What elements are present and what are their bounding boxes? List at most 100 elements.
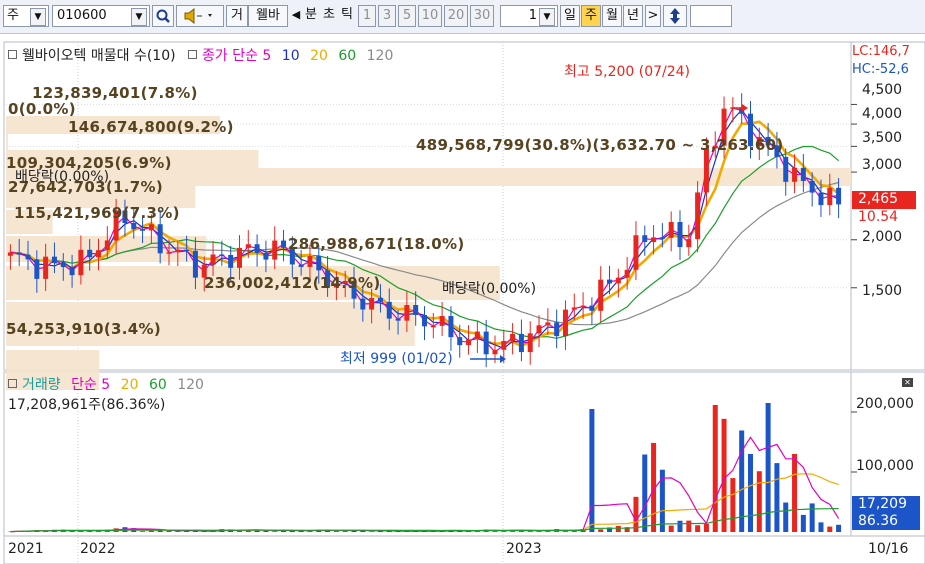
period-3[interactable]: 3	[378, 5, 396, 27]
period-minute[interactable]: 분	[302, 5, 320, 27]
volume-legend: 거래량 단순 5 20 60 120	[8, 376, 204, 394]
timeframe-day[interactable]: 일	[560, 5, 580, 27]
volume-bar-up	[633, 496, 639, 532]
candle-down	[184, 249, 190, 252]
dividend-label: 배당락(0.00%)	[15, 169, 110, 185]
candle-up	[7, 252, 13, 256]
period-second[interactable]: 초	[320, 5, 338, 27]
candle-up	[430, 325, 436, 328]
current-volume-badge: 17,209	[852, 496, 920, 513]
volume-legend-20[interactable]: 20	[121, 377, 139, 393]
volume-bar-down	[589, 409, 595, 532]
arrow-left-icon[interactable]: ◀	[290, 5, 302, 27]
date-label: 2021	[8, 541, 44, 557]
candle-up	[703, 148, 709, 193]
price-tick: 4,500	[862, 82, 903, 98]
volume-bar-up	[712, 404, 718, 532]
candle-up	[668, 222, 674, 238]
legend-ma60[interactable]: 60	[338, 48, 356, 64]
volume-tick: 200,000	[856, 396, 914, 412]
candle-up	[624, 269, 630, 278]
candle-down	[34, 259, 40, 279]
volume-legend-60[interactable]: 60	[149, 377, 167, 393]
period-10[interactable]: 10	[418, 5, 442, 27]
dividend-label: 배당락(0.00%)	[442, 281, 537, 297]
candle-up	[175, 249, 181, 253]
volume-bar-up	[730, 478, 736, 532]
candle-down	[395, 318, 401, 321]
candle-up	[827, 187, 833, 206]
legend-box-icon	[8, 50, 17, 59]
legend-ma120[interactable]: 120	[367, 48, 394, 64]
close-icon[interactable]: ✕	[902, 378, 913, 387]
profile-label: 0(0.0%)	[8, 100, 76, 118]
period-20[interactable]: 20	[444, 5, 468, 27]
period-5[interactable]: 5	[398, 5, 416, 27]
volume-bar-up	[615, 526, 621, 532]
volume-bar-down	[747, 454, 753, 532]
candle-down	[642, 235, 648, 243]
candle-down	[157, 224, 163, 254]
candle-down	[800, 167, 806, 181]
count-select[interactable]: 1 ▼	[500, 5, 558, 27]
legend-ma20[interactable]: 20	[310, 48, 328, 64]
candle-up	[96, 250, 102, 258]
extra-input[interactable]	[690, 5, 732, 27]
volume-legend-name[interactable]: 거래량	[22, 377, 61, 393]
legend-ma10[interactable]: 10	[282, 48, 300, 64]
price-tick: 3,000	[862, 157, 903, 173]
volume-bar-down	[809, 503, 815, 532]
legend-close[interactable]: 종가 단순 5	[202, 48, 271, 64]
stock-code-input[interactable]: 010600 ▼	[52, 5, 150, 27]
volume-legend-120[interactable]: 120	[177, 377, 204, 393]
chevron-down-icon: ▼	[131, 8, 147, 26]
volume-bar-down	[836, 524, 842, 532]
search-button[interactable]	[152, 5, 174, 27]
volume-bar-down	[642, 454, 648, 532]
timeframe-year[interactable]: 년	[623, 5, 643, 27]
candle-up	[439, 316, 445, 326]
candle-up	[166, 252, 172, 254]
candle-down	[818, 192, 824, 206]
volume-bar-up	[792, 454, 798, 532]
candle-up	[369, 297, 375, 310]
current-price-badge: 2,465	[852, 191, 916, 209]
profile-label: 489,568,799(30.8%)(3,632.70 ~ 3,263.60)	[416, 136, 784, 154]
high-price-label: 최고 5,200 (07/24)	[564, 64, 691, 80]
chevron-down-icon: ▼	[539, 8, 555, 26]
profile-label: 286,988,671(18.0%)	[288, 235, 465, 253]
candle-down	[659, 237, 665, 239]
candle-up	[598, 279, 604, 311]
candle-up	[104, 240, 110, 251]
candle-down	[254, 244, 260, 253]
sound-button[interactable]	[176, 5, 224, 27]
candle-up	[545, 322, 551, 326]
timeframe-week[interactable]: 주	[581, 5, 601, 27]
volume-legend-ma[interactable]: 단순 5	[71, 377, 110, 393]
candle-up	[404, 305, 410, 321]
candle-down	[422, 314, 427, 327]
speaker-icon	[184, 7, 212, 25]
timeframe-month[interactable]: 월	[602, 5, 622, 27]
candle-up	[695, 192, 701, 240]
period-30[interactable]: 30	[470, 5, 494, 27]
candle-down	[60, 262, 66, 268]
candle-down	[413, 305, 419, 315]
candle-down	[316, 256, 322, 271]
candle-up	[536, 325, 542, 334]
period-tick[interactable]: 틱	[338, 5, 356, 27]
updown-arrow-icon[interactable]	[663, 5, 687, 27]
price-tick: 3,500	[862, 130, 903, 146]
toolbar-button-0[interactable]: 거	[226, 5, 248, 27]
period-1[interactable]: 1	[358, 5, 376, 27]
volume-bar-up	[695, 525, 701, 532]
candle-up	[492, 349, 498, 355]
legend-name[interactable]: 웰바이오텍 매물대 수(10)	[22, 48, 176, 64]
chevron-right-icon[interactable]: >	[645, 5, 661, 27]
volume-bar-up	[236, 530, 242, 532]
type-select[interactable]: 주 ▼	[3, 5, 49, 27]
toolbar-button-1[interactable]: 웰바	[248, 5, 288, 27]
chart-toolbar: 주 ▼ 010600 ▼ 거 웰바 ◀ 분 초 틱 1 3 5 10 20 30…	[0, 0, 925, 34]
volume-info: 17,208,961주(86.36%)	[8, 397, 166, 413]
candle-up	[78, 249, 84, 276]
